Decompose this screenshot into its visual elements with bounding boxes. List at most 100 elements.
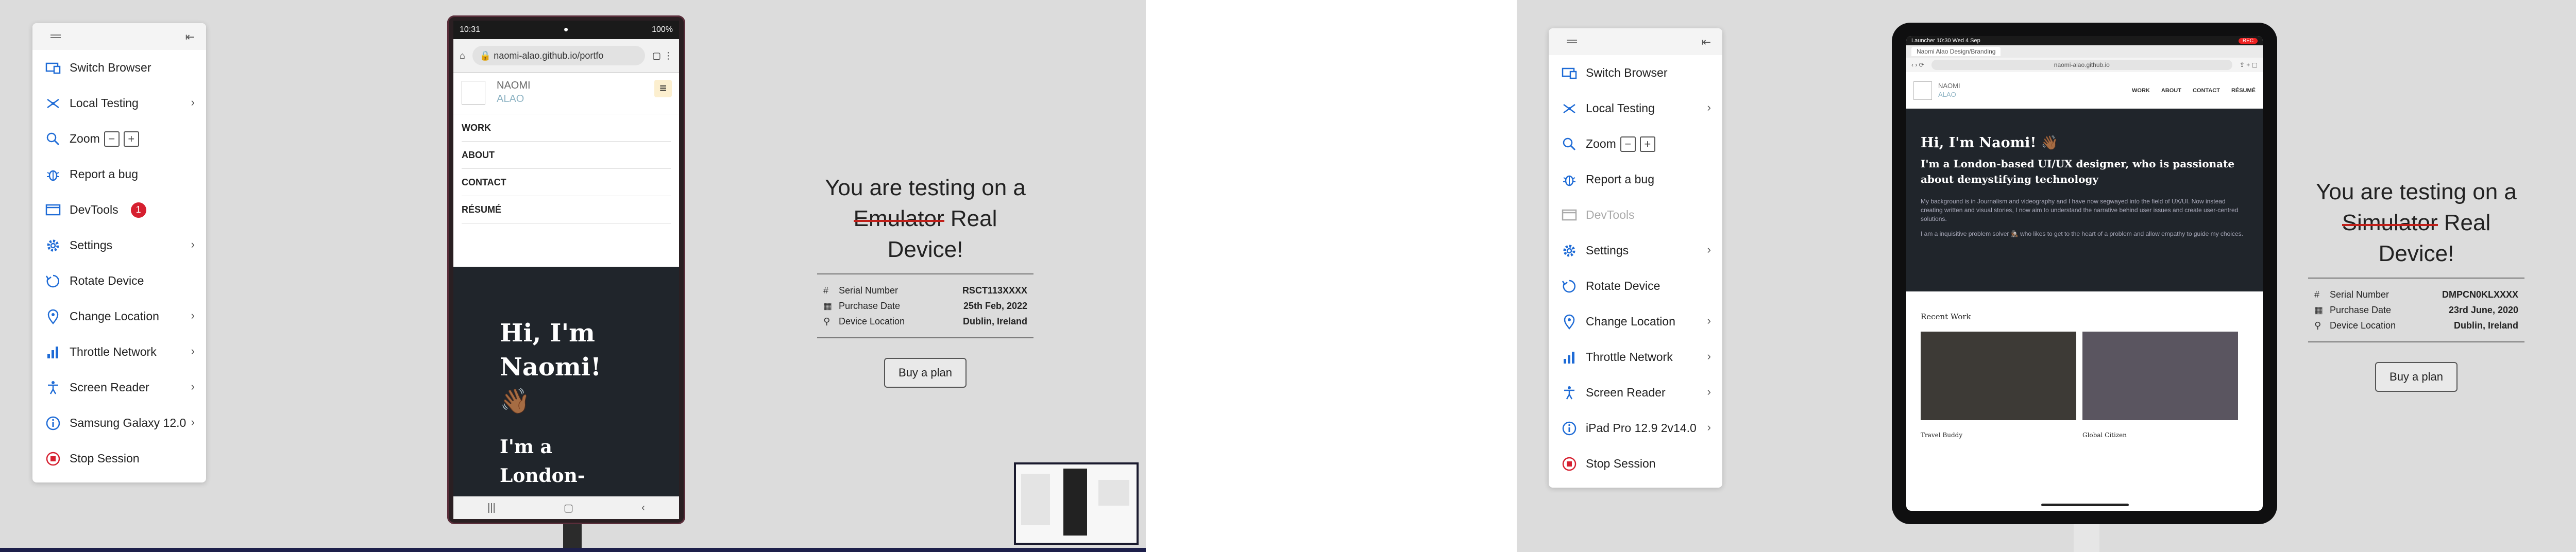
url-field[interactable]: naomi-alao.github.io xyxy=(1931,60,2232,70)
brand-first-name: NAOMI xyxy=(497,80,531,91)
home-button-icon[interactable]: ▢ xyxy=(564,502,573,514)
nav-link-contact[interactable]: CONTACT xyxy=(2193,88,2220,94)
change-location-button[interactable]: Change Location › xyxy=(32,299,206,334)
chevron-right-icon: › xyxy=(191,238,195,251)
throttle-network-button[interactable]: Throttle Network › xyxy=(1549,339,1722,375)
struck-simulator-text: Simulator xyxy=(2342,208,2438,238)
device-info-button[interactable]: iPad Pro 12.9 2v14.0 › xyxy=(1549,410,1722,446)
local-testing-label: Local Testing xyxy=(70,96,139,110)
project-card[interactable]: Travel Buddy xyxy=(1921,332,2076,439)
purchase-label: Purchase Date xyxy=(839,300,901,311)
device-toolbar: ⇤ Switch Browser Local Testing › Zoom − … xyxy=(32,23,206,482)
device-info-button[interactable]: Samsung Galaxy 12.0 › xyxy=(32,405,206,441)
purchase-value: 23rd June, 2020 xyxy=(2448,304,2518,315)
local-testing-button[interactable]: Local Testing › xyxy=(1549,91,1722,126)
report-bug-button[interactable]: Report a bug xyxy=(1549,162,1722,197)
settings-label: Settings xyxy=(70,238,113,252)
recent-apps-icon[interactable]: ||| xyxy=(487,502,496,514)
switch-browser-button[interactable]: Switch Browser xyxy=(1549,55,1722,91)
hero-subtitle-2: London- xyxy=(500,465,585,487)
rotate-device-label: Rotate Device xyxy=(1586,279,1660,292)
home-indicator[interactable] xyxy=(2041,504,2129,506)
device-info-panel: You are testing on a Emulator Real Devic… xyxy=(817,173,1033,388)
collapse-toolbar-icon[interactable]: ⇤ xyxy=(185,30,195,44)
switch-browser-button[interactable]: Switch Browser xyxy=(32,50,206,85)
hero-subtitle-1: I'm a xyxy=(500,436,552,458)
throttle-network-button[interactable]: Throttle Network › xyxy=(32,334,206,370)
local-testing-button[interactable]: Local Testing › xyxy=(32,85,206,121)
buy-plan-button[interactable]: Buy a plan xyxy=(2375,362,2458,392)
buy-plan-button[interactable]: Buy a plan xyxy=(884,358,967,388)
testing-title-prefix: You are testing on a xyxy=(2316,179,2517,204)
rotate-device-button[interactable]: Rotate Device xyxy=(32,263,206,299)
wave-emoji: 👋🏾 xyxy=(500,387,531,416)
nav-link-resume[interactable]: RÉSUMÉ xyxy=(2231,88,2256,94)
stop-session-button[interactable]: Stop Session xyxy=(1549,446,1722,481)
change-location-button[interactable]: Change Location › xyxy=(1549,304,1722,339)
drag-handle-icon[interactable] xyxy=(50,34,61,40)
throttle-network-label: Throttle Network xyxy=(70,345,157,358)
zoom-in-button[interactable]: + xyxy=(1639,136,1655,152)
location-label: Device Location xyxy=(839,316,905,326)
stop-session-label: Stop Session xyxy=(1586,457,1656,470)
panel-gap xyxy=(1146,0,1517,552)
chevron-right-icon: › xyxy=(1707,243,1711,256)
back-icon[interactable]: ‹ › ⟳ xyxy=(1911,61,1924,68)
settings-button[interactable]: Settings › xyxy=(1549,233,1722,268)
hero-subtitle: I'm a London-based UI/UX designer, who i… xyxy=(1921,158,2235,185)
recent-work-section: Recent Work Travel Buddy Global Citizen xyxy=(1906,291,2263,439)
serial-row: # Serial Number DMPCN0KLXXXX xyxy=(2308,287,2524,302)
devtools-button[interactable]: DevTools 1 xyxy=(32,192,206,228)
serial-label: Serial Number xyxy=(2330,289,2389,300)
zoom-icon xyxy=(1560,135,1579,153)
nav-link-about[interactable]: ABOUT xyxy=(462,142,671,169)
site-logo[interactable] xyxy=(1913,81,1932,100)
project-card[interactable]: Global Citizen xyxy=(2082,332,2238,439)
toolbar-header[interactable]: ⇤ xyxy=(32,23,206,50)
nav-link-work[interactable]: WORK xyxy=(462,114,671,142)
share-icon[interactable]: ⇪ + ▢ xyxy=(2240,61,2258,68)
calendar-icon: ▦ xyxy=(823,300,833,311)
zoom-in-button[interactable]: + xyxy=(123,131,139,147)
devtools-icon xyxy=(1560,206,1579,225)
settings-button[interactable]: Settings › xyxy=(32,228,206,263)
more-menu-icon[interactable]: ⋮ xyxy=(661,50,673,61)
screen-reader-button[interactable]: Screen Reader › xyxy=(32,370,206,405)
stop-session-button[interactable]: Stop Session xyxy=(32,441,206,476)
hero-section: Hi, I'm Naomi! 👋🏾 I'm a London- based UI… xyxy=(453,267,679,519)
nav-link-resume[interactable]: RÉSUMÉ xyxy=(462,196,671,223)
home-icon[interactable]: ⌂ xyxy=(460,50,465,61)
hero-line-1: Hi, I'm xyxy=(500,319,595,348)
devtools-label: DevTools xyxy=(70,203,118,216)
url-field[interactable]: 🔒 naomi-alao.github.io/portfo xyxy=(472,46,645,65)
nav-link-contact[interactable]: CONTACT xyxy=(462,169,671,196)
local-testing-label: Local Testing xyxy=(1586,101,1655,115)
browser-tab[interactable]: Naomi Alao Design/Branding xyxy=(1911,47,2001,56)
location-value: Dublin, Ireland xyxy=(962,316,1027,326)
hamburger-menu-icon[interactable]: ≡ xyxy=(654,80,672,97)
serial-label: Serial Number xyxy=(839,285,899,296)
back-icon[interactable]: ‹ xyxy=(641,502,645,514)
collapse-toolbar-icon[interactable]: ⇤ xyxy=(1702,36,1711,49)
drag-handle-icon[interactable] xyxy=(1567,40,1577,45)
local-testing-icon xyxy=(1560,99,1579,118)
screen-reader-label: Screen Reader xyxy=(70,381,149,394)
tablet-screen[interactable]: Launcher 10:30 Wed 4 Sep REC Naomi Alao … xyxy=(1906,36,2263,511)
tablet-device-frame: Launcher 10:30 Wed 4 Sep REC Naomi Alao … xyxy=(1892,23,2277,524)
report-bug-button[interactable]: Report a bug xyxy=(32,157,206,192)
session-thumbnail[interactable] xyxy=(1014,462,1139,545)
zoom-out-button[interactable]: − xyxy=(104,131,120,147)
screen-reader-button[interactable]: Screen Reader › xyxy=(1549,375,1722,410)
stop-session-label: Stop Session xyxy=(70,452,140,465)
phone-screen[interactable]: 10:31 ● 100% ⌂ 🔒 naomi-alao.github.io/po… xyxy=(453,21,679,519)
zoom-out-button[interactable]: − xyxy=(1620,136,1636,152)
tabs-icon[interactable]: ▢ xyxy=(652,50,661,61)
toolbar-header[interactable]: ⇤ xyxy=(1549,28,1722,55)
rotate-device-button[interactable]: Rotate Device xyxy=(1549,268,1722,304)
site-logo[interactable] xyxy=(462,81,485,105)
nav-link-about[interactable]: ABOUT xyxy=(2161,88,2181,94)
stop-icon xyxy=(44,450,62,468)
testing-title-prefix: You are testing on a xyxy=(825,175,1026,200)
devtools-button[interactable]: DevTools xyxy=(1549,197,1722,233)
nav-link-work[interactable]: WORK xyxy=(2132,88,2150,94)
